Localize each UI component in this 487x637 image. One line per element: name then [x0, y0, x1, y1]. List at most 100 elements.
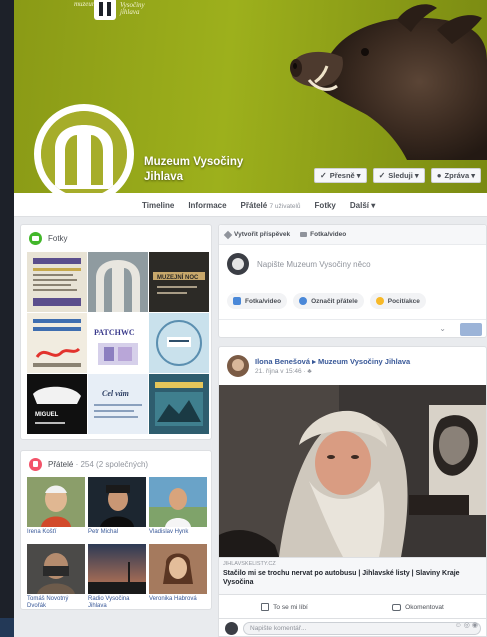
photo-grid: MUZEJNÍ NOC PATCHWC MIGUEL Cel vám	[27, 252, 209, 434]
photo-thumbnail[interactable]: MUZEJNÍ NOC	[149, 252, 209, 312]
friends-icon	[29, 457, 42, 471]
liked-button[interactable]: ✓ Přesně ▾	[313, 168, 367, 183]
composer-tabs: Vytvořit příspěvek Fotka/video	[219, 225, 486, 245]
photos-card-header[interactable]: Fotky	[21, 225, 211, 251]
photo-thumbnail[interactable]: PATCHWC	[88, 313, 148, 373]
author-avatar[interactable]	[227, 355, 249, 377]
page-title[interactable]: Muzeum Vysočiny Jihlava	[144, 155, 294, 185]
friend-item[interactable]: Irena Košťí	[27, 477, 87, 543]
friend-name: Veronika Habrová	[149, 596, 197, 602]
friend-photo	[88, 544, 146, 594]
tab-friends-count: 7 uživatelů	[269, 202, 301, 210]
friend-name: Tomáš Novotný Dvořák	[27, 596, 69, 609]
composer-input-row: Napište Muzeum Vysočiny něco	[227, 253, 371, 275]
link-domain: JIHLAVSKELISTY.CZ	[223, 561, 276, 567]
tag-friends-icon	[299, 297, 308, 305]
photo-thumbnail[interactable]: MIGUEL	[27, 374, 87, 434]
smiley-icon	[375, 297, 384, 305]
friend-item[interactable]: Radio Vysočina Jihlava	[88, 544, 148, 610]
friend-item[interactable]: Petr Michal	[88, 477, 148, 543]
profile-picture[interactable]	[34, 104, 134, 204]
tag-friends-button[interactable]: Označit přátele	[293, 293, 364, 309]
photo-thumbnail[interactable]	[27, 252, 87, 312]
link-preview[interactable]: JIHLAVSKELISTY.CZ Stačilo mi se trochu n…	[219, 557, 486, 595]
chevron-down-icon[interactable]: ⌄	[439, 324, 446, 333]
feeling-button[interactable]: Pocit/akce	[369, 293, 426, 309]
friend-item[interactable]: Veronika Habrová	[149, 544, 209, 610]
like-label: To se mi líbí	[273, 603, 308, 611]
friend-item[interactable]: Tomáš Novotný Dvořák	[27, 544, 87, 610]
friends-card-count: · 254 (2 společných)	[75, 459, 149, 469]
photo-thumbnail[interactable]	[88, 252, 148, 312]
friends-card-title-text: Přátelé	[48, 459, 74, 469]
tab-more[interactable]: Další ▾	[350, 201, 375, 210]
friends-card-title: Přátelé · 254 (2 společných)	[48, 460, 148, 469]
post-link-image[interactable]	[219, 385, 486, 557]
composer-tab-post-label: Vytvořit příspěvek	[234, 231, 291, 238]
following-button-label: Sleduji ▾	[388, 171, 419, 180]
friends-card-header[interactable]: Přátelé · 254 (2 společných)	[21, 451, 211, 477]
tab-photos[interactable]: Fotky	[315, 201, 336, 210]
commenter-avatar	[225, 622, 238, 635]
photos-icon	[29, 231, 42, 245]
post-author[interactable]: Ilona Benešová ▸ Muzeum Vysočiny Jihlava	[255, 357, 410, 366]
comment-icon	[392, 603, 402, 611]
photo-thumbnail[interactable]	[27, 313, 87, 373]
tab-friends-label: Přátelé	[240, 200, 268, 210]
friends-card: Přátelé · 254 (2 společných) Irena Košťí…	[20, 450, 212, 610]
tab-about[interactable]: Informace	[188, 201, 226, 210]
link-title: Stačilo mi se trochu nervat po autobusu …	[223, 570, 460, 586]
tag-friends-label: Označit přátele	[311, 297, 358, 305]
muzejni-noc-text: MUZEJNÍ NOC	[157, 273, 199, 281]
photo-thumbnail[interactable]: Cel vám	[88, 374, 148, 434]
right-column: Vytvořit příspěvek Fotka/video Napište M…	[218, 224, 487, 626]
friend-photo	[27, 477, 85, 527]
post-composer: Vytvořit příspěvek Fotka/video Napište M…	[218, 224, 487, 338]
left-edge-strip	[0, 618, 14, 637]
check-icon: ✓	[378, 171, 386, 180]
photo-thumbnail[interactable]	[149, 313, 209, 373]
check-icon: ✓	[319, 171, 327, 180]
friend-name: Vladislav Hynk	[149, 529, 189, 535]
cover-logo: muzeum Vysočiny jihlava	[74, 0, 152, 20]
museum-arches-logo-icon	[41, 111, 127, 197]
publish-button[interactable]	[460, 323, 482, 336]
following-button[interactable]: ✓ Sleduji ▾	[372, 168, 425, 183]
composer-actions: Fotka/video Označit přátele Pocit/akce	[227, 293, 426, 309]
cover-logo-side: Vysočiny jihlava	[120, 1, 145, 16]
boar-head-image	[290, 4, 487, 160]
comment-emoji-icons[interactable]: ☺◎◉	[455, 621, 480, 629]
post-actions: To se mi líbí Okomentovat	[219, 597, 486, 617]
museum-logo-icon	[94, 0, 116, 20]
page-root: muzeum Vysočiny jihlava Muzeum Vysočiny …	[14, 0, 487, 637]
cel-vam-text: Cel vám	[102, 389, 129, 398]
miguel-text: MIGUEL	[35, 412, 59, 418]
tab-timeline[interactable]: Timeline	[142, 201, 174, 210]
composer-tab-post[interactable]: Vytvořit příspěvek	[223, 230, 291, 239]
comment-button[interactable]: Okomentovat	[392, 603, 444, 611]
tab-friends[interactable]: Přátelé 7 uživatelů	[241, 201, 301, 210]
friend-item[interactable]: Vladislav Hynk	[149, 477, 209, 543]
comment-bar: Napište komentář... ☺◎◉	[218, 618, 487, 637]
photo-thumbnail[interactable]	[149, 374, 209, 434]
photos-card: Fotky MUZEJNÍ NOC PATCHWC MIGUEL Cel vám	[20, 224, 212, 440]
camera-icon	[300, 232, 308, 237]
liked-button-label: Přesně ▾	[329, 171, 361, 180]
friend-photo	[88, 477, 146, 527]
dot-icon: ●	[436, 171, 442, 180]
composer-input[interactable]: Napište Muzeum Vysočiny něco	[257, 260, 371, 269]
left-column: Fotky MUZEJNÍ NOC PATCHWC MIGUEL Cel vám…	[20, 224, 212, 610]
photo-icon	[233, 297, 241, 305]
like-button[interactable]: To se mi líbí	[261, 603, 308, 611]
composer-tab-photo-label: Fotka/video	[310, 231, 347, 238]
post-timestamp[interactable]: 21. října v 15:46 · ♣	[255, 368, 410, 375]
photos-card-title: Fotky	[48, 233, 68, 243]
message-button[interactable]: ● Zpráva ▾	[430, 168, 481, 183]
comment-input[interactable]: Napište komentář...	[243, 622, 481, 635]
photo-video-button[interactable]: Fotka/video	[227, 293, 288, 309]
feeling-label: Pocit/akce	[387, 297, 420, 305]
user-avatar	[227, 253, 249, 275]
post-header: Ilona Benešová ▸ Muzeum Vysočiny Jihlava…	[227, 355, 410, 377]
composer-tab-photo[interactable]: Fotka/video	[300, 231, 346, 238]
photo-video-label: Fotka/video	[245, 297, 282, 305]
